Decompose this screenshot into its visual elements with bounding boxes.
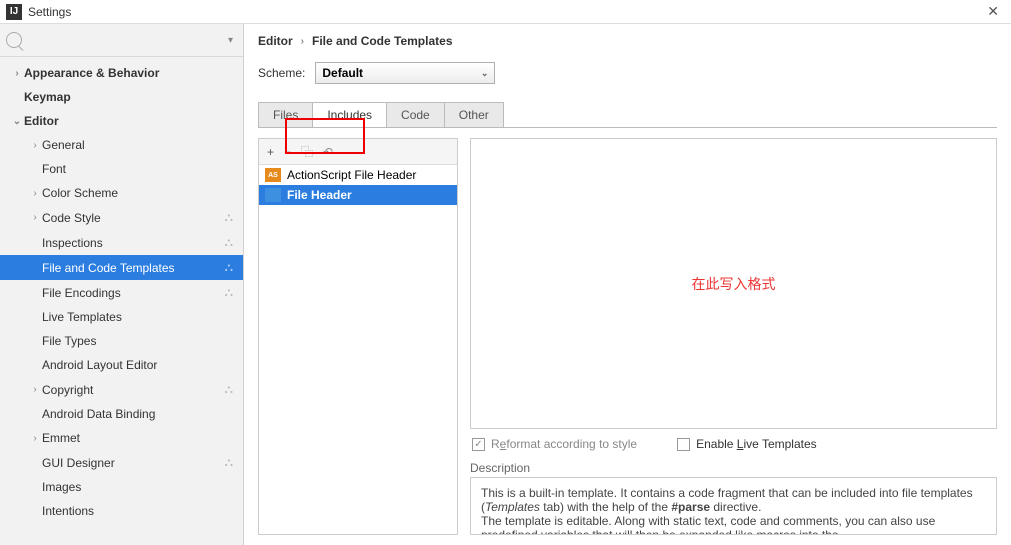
sidebar-item-keymap[interactable]: Keymap	[0, 85, 243, 109]
template-item-label: ActionScript File Header	[287, 168, 416, 182]
sidebar-item-gui-designer[interactable]: GUI Designer⛬	[0, 450, 243, 475]
sidebar-item-copyright[interactable]: ›Copyright⛬	[0, 377, 243, 402]
template-file-list: AS ActionScript File Header File Header	[259, 165, 457, 534]
project-scope-icon: ⛬	[225, 455, 243, 470]
copy-button[interactable]: ⿻	[301, 143, 313, 160]
sidebar-item-live-templates[interactable]: Live Templates	[0, 305, 243, 329]
project-scope-icon: ⛬	[225, 382, 243, 397]
sidebar-item-editor[interactable]: ⌄Editor	[0, 109, 243, 133]
sidebar-item-file-and-code-templates[interactable]: File and Code Templates⛬	[0, 255, 243, 280]
sidebar-item-android-data-binding[interactable]: Android Data Binding	[0, 402, 243, 426]
scheme-value: Default	[322, 66, 363, 80]
undo-button[interactable]: ↶	[323, 145, 333, 159]
sidebar-item-label: Appearance & Behavior	[24, 66, 243, 80]
options-row: Reformat according to style Enable Live …	[470, 429, 997, 459]
sidebar-item-general[interactable]: ›General	[0, 133, 243, 157]
expand-icon: ›	[28, 384, 42, 395]
chevron-down-icon: ⌄	[481, 68, 489, 79]
titlebar: IJ Settings ✕	[0, 0, 1011, 24]
breadcrumb-part: Editor	[258, 34, 293, 48]
scheme-label: Scheme:	[258, 66, 305, 80]
sidebar-item-inspections[interactable]: Inspections⛬	[0, 230, 243, 255]
expand-icon: ›	[28, 188, 42, 199]
sidebar: ▾ ›Appearance & BehaviorKeymap⌄Editor›Ge…	[0, 24, 244, 545]
sidebar-item-font[interactable]: Font	[0, 157, 243, 181]
window-title: Settings	[28, 5, 71, 19]
sidebar-item-appearance-behavior[interactable]: ›Appearance & Behavior	[0, 61, 243, 85]
search-input[interactable]	[26, 30, 224, 50]
scheme-select[interactable]: Default ⌄	[315, 62, 495, 84]
sidebar-item-intentions[interactable]: Intentions	[0, 499, 243, 523]
live-templates-checkbox[interactable]	[677, 438, 690, 451]
sidebar-item-file-types[interactable]: File Types	[0, 329, 243, 353]
search-icon	[6, 32, 22, 48]
sidebar-item-label: Editor	[24, 114, 243, 128]
project-scope-icon: ⛬	[225, 210, 243, 225]
reformat-checkbox[interactable]	[472, 438, 485, 451]
editor-annotation: 在此写入格式	[692, 274, 776, 294]
sidebar-item-label: Live Templates	[42, 310, 243, 324]
sidebar-item-label: File and Code Templates	[42, 261, 225, 275]
breadcrumb-part: File and Code Templates	[312, 34, 452, 48]
description-label: Description	[470, 459, 997, 477]
project-scope-icon: ⛬	[225, 285, 243, 300]
close-button[interactable]: ✕	[981, 1, 1005, 22]
sidebar-item-label: Keymap	[24, 90, 243, 104]
list-toolbar: + − ⿻ ↶	[259, 139, 457, 165]
sidebar-item-label: Intentions	[42, 504, 243, 518]
sidebar-item-label: File Types	[42, 334, 243, 348]
sidebar-item-file-encodings[interactable]: File Encodings⛬	[0, 280, 243, 305]
sidebar-item-label: File Encodings	[42, 286, 225, 300]
remove-button[interactable]: −	[284, 145, 291, 159]
sidebar-item-label: Android Layout Editor	[42, 358, 243, 372]
breadcrumb: Editor › File and Code Templates	[258, 34, 997, 58]
content-panel: Editor › File and Code Templates Scheme:…	[244, 24, 1011, 545]
sidebar-item-label: Images	[42, 480, 243, 494]
scheme-row: Scheme: Default ⌄	[258, 62, 997, 84]
expand-icon: ⌄	[10, 116, 24, 127]
file-icon	[265, 188, 281, 202]
sidebar-item-emmet[interactable]: ›Emmet	[0, 426, 243, 450]
live-templates-option: Enable Live Templates	[677, 437, 817, 451]
description-box: This is a built-in template. It contains…	[470, 477, 997, 535]
sidebar-item-label: Emmet	[42, 431, 243, 445]
chevron-right-icon: ›	[301, 36, 304, 47]
sidebar-item-label: Android Data Binding	[42, 407, 243, 421]
file-icon: AS	[265, 168, 281, 182]
expand-icon: ›	[10, 68, 24, 79]
settings-tree: ›Appearance & BehaviorKeymap⌄Editor›Gene…	[0, 57, 243, 545]
sidebar-item-label: Font	[42, 162, 243, 176]
sidebar-item-label: General	[42, 138, 243, 152]
expand-icon: ›	[28, 433, 42, 444]
tab-includes[interactable]: Includes	[312, 102, 387, 127]
sidebar-item-label: Color Scheme	[42, 186, 243, 200]
search-dropdown-icon[interactable]: ▾	[224, 35, 237, 46]
sidebar-item-android-layout-editor[interactable]: Android Layout Editor	[0, 353, 243, 377]
sidebar-item-code-style[interactable]: ›Code Style⛬	[0, 205, 243, 230]
template-item-label: File Header	[287, 188, 352, 202]
sidebar-item-label: Inspections	[42, 236, 225, 250]
expand-icon: ›	[28, 140, 42, 151]
app-icon: IJ	[6, 4, 22, 20]
sidebar-item-color-scheme[interactable]: ›Color Scheme	[0, 181, 243, 205]
template-list-panel: + − ⿻ ↶ AS ActionScript File Header File H…	[258, 138, 458, 535]
expand-icon: ›	[28, 212, 42, 223]
template-item-file-header[interactable]: File Header	[259, 185, 457, 205]
search-row: ▾	[0, 24, 243, 57]
sidebar-item-images[interactable]: Images	[0, 475, 243, 499]
template-item-actionscript-file-header[interactable]: AS ActionScript File Header	[259, 165, 457, 185]
sidebar-item-label: GUI Designer	[42, 456, 225, 470]
project-scope-icon: ⛬	[225, 260, 243, 275]
project-scope-icon: ⛬	[225, 235, 243, 250]
tab-code[interactable]: Code	[386, 102, 445, 127]
sidebar-item-label: Copyright	[42, 383, 225, 397]
tab-files[interactable]: Files	[258, 102, 313, 127]
template-editor[interactable]: 在此写入格式	[470, 138, 997, 429]
tab-other[interactable]: Other	[444, 102, 504, 127]
template-tabs: FilesIncludesCodeOther	[258, 102, 997, 128]
sidebar-item-label: Code Style	[42, 211, 225, 225]
add-button[interactable]: +	[267, 145, 274, 159]
reformat-option: Reformat according to style	[472, 437, 637, 451]
